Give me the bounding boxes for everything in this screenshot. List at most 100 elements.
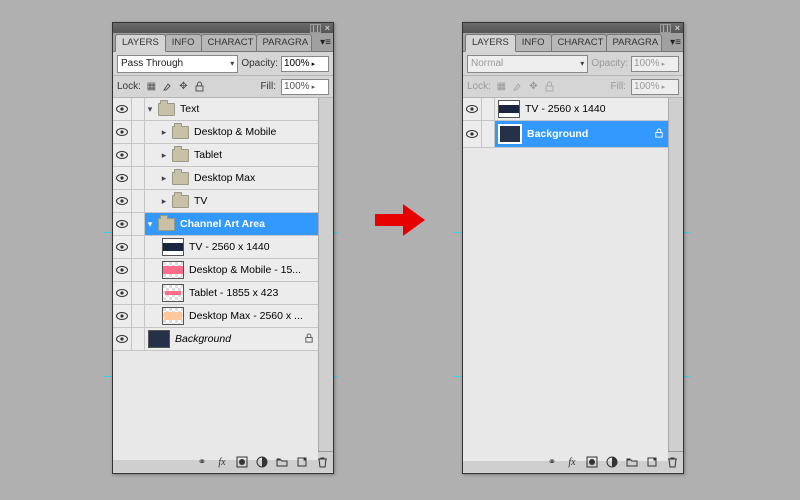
panel-tabs: LAYERS INFO CHARACT PARAGRA ▾≡ (113, 33, 333, 52)
layer-thumbnail (498, 124, 522, 144)
trash-icon[interactable] (665, 455, 679, 469)
layer-label: Desktop & Mobile - 15... (187, 264, 318, 276)
visibility-icon[interactable] (116, 243, 128, 251)
lock-label: Lock: (467, 81, 491, 92)
visibility-icon[interactable] (116, 266, 128, 274)
link-layers-icon[interactable]: ⚭ (195, 455, 209, 469)
tab-paragraph[interactable]: PARAGRA (256, 34, 312, 51)
visibility-icon[interactable] (466, 130, 478, 138)
layer-desktop-mobile-size[interactable]: Desktop & Mobile - 15... (113, 259, 318, 282)
layer-thumbnail (148, 330, 170, 348)
layer-group-channel-art[interactable]: ▾ Channel Art Area (113, 213, 318, 236)
visibility-icon[interactable] (116, 174, 128, 182)
lock-icon (654, 128, 664, 141)
close-icon[interactable]: × (675, 23, 680, 33)
lock-transparent-icon[interactable]: ▦ (146, 81, 157, 92)
tab-info[interactable]: INFO (515, 34, 552, 51)
layer-label: TV (192, 195, 318, 207)
visibility-icon[interactable] (116, 105, 128, 113)
tab-layers[interactable]: LAYERS (115, 34, 166, 52)
folder-icon (158, 218, 175, 231)
lock-transparent-icon: ▦ (496, 81, 507, 92)
layer-group-tv[interactable]: ▸ TV (113, 190, 318, 213)
layer-mask-icon[interactable] (585, 455, 599, 469)
layer-label: Desktop Max - 2560 x ... (187, 310, 318, 322)
visibility-icon[interactable] (116, 289, 128, 297)
fx-icon[interactable]: fx (215, 455, 229, 469)
lock-move-icon[interactable]: ✥ (178, 81, 189, 92)
disclosure-closed-icon[interactable]: ▸ (159, 127, 169, 138)
scrollbar[interactable] (318, 98, 333, 451)
tab-paragraph[interactable]: PARAGRA (606, 34, 662, 51)
layer-group-tablet[interactable]: ▸ Tablet (113, 144, 318, 167)
panel-menu-icon[interactable]: ▾≡ (670, 37, 681, 48)
visibility-icon[interactable] (116, 312, 128, 320)
folder-icon (172, 172, 189, 185)
chevron-right-icon: ▸ (312, 60, 316, 68)
tab-layers[interactable]: LAYERS (465, 34, 516, 52)
layer-tablet-size[interactable]: Tablet - 1855 x 423 (113, 282, 318, 305)
tab-character[interactable]: CHARACT (201, 34, 257, 51)
fx-icon[interactable]: fx (565, 455, 579, 469)
disclosure-closed-icon[interactable]: ▸ (159, 150, 169, 161)
adjustment-layer-icon[interactable] (605, 455, 619, 469)
visibility-icon[interactable] (116, 151, 128, 159)
folder-icon (172, 149, 189, 162)
layer-background[interactable]: Background (113, 328, 318, 351)
folder-icon (158, 103, 175, 116)
disclosure-closed-icon[interactable]: ▸ (159, 196, 169, 207)
blend-mode-select[interactable]: Normal ▾ (467, 55, 588, 73)
visibility-icon[interactable] (116, 197, 128, 205)
disclosure-open-icon[interactable]: ▾ (145, 219, 155, 230)
chevron-right-icon: ▸ (662, 60, 666, 68)
lock-brush-icon (512, 81, 523, 92)
lock-label: Lock: (117, 81, 141, 92)
layer-tv-size[interactable]: TV - 2560 x 1440 (463, 98, 668, 121)
visibility-icon[interactable] (116, 335, 128, 343)
new-layer-icon[interactable] (645, 455, 659, 469)
layer-desktop-max-size[interactable]: Desktop Max - 2560 x ... (113, 305, 318, 328)
fill-input: 100% ▸ (631, 79, 679, 95)
new-group-icon[interactable] (625, 455, 639, 469)
layer-label: Background (173, 333, 304, 345)
tab-info[interactable]: INFO (165, 34, 202, 51)
new-layer-icon[interactable] (295, 455, 309, 469)
fill-input[interactable]: 100% ▸ (281, 79, 329, 95)
tab-character[interactable]: CHARACT (551, 34, 607, 51)
link-layers-icon[interactable]: ⚭ (545, 455, 559, 469)
fill-label: Fill: (610, 81, 626, 92)
chevron-right-icon: ▸ (662, 83, 666, 91)
layer-label: Desktop Max (192, 172, 318, 184)
visibility-icon[interactable] (116, 220, 128, 228)
layer-mask-icon[interactable] (235, 455, 249, 469)
disclosure-open-icon[interactable]: ▾ (145, 104, 155, 115)
visibility-icon[interactable] (116, 128, 128, 136)
panel-titlebar[interactable]: × (463, 23, 683, 33)
layer-list: ▾ Text ▸ Desktop & Mobile ▸ (113, 98, 318, 351)
lock-move-icon: ✥ (528, 81, 539, 92)
adjustment-layer-icon[interactable] (255, 455, 269, 469)
panel-menu-icon[interactable]: ▾≡ (320, 37, 331, 48)
panel-titlebar[interactable]: × (113, 23, 333, 33)
folder-icon (172, 126, 189, 139)
layer-group-desktop-mobile[interactable]: ▸ Desktop & Mobile (113, 121, 318, 144)
disclosure-closed-icon[interactable]: ▸ (159, 173, 169, 184)
layer-background[interactable]: Background (463, 121, 668, 148)
collapse-icon[interactable] (310, 24, 321, 33)
layer-tv-size[interactable]: TV - 2560 x 1440 (113, 236, 318, 259)
blend-mode-select[interactable]: Pass Through ▾ (117, 55, 238, 73)
layer-group-text[interactable]: ▾ Text (113, 98, 318, 121)
opacity-input[interactable]: 100% ▸ (281, 56, 329, 72)
lock-all-icon[interactable] (194, 81, 205, 92)
close-icon[interactable]: × (325, 23, 330, 33)
collapse-icon[interactable] (660, 24, 671, 33)
layer-label: Tablet - 1855 x 423 (187, 287, 318, 299)
new-group-icon[interactable] (275, 455, 289, 469)
trash-icon[interactable] (315, 455, 329, 469)
layer-thumbnail (162, 238, 184, 256)
layer-group-desktop-max[interactable]: ▸ Desktop Max (113, 167, 318, 190)
visibility-icon[interactable] (466, 105, 478, 113)
scrollbar[interactable] (668, 98, 683, 451)
opacity-input: 100% ▸ (631, 56, 679, 72)
lock-brush-icon[interactable] (162, 81, 173, 92)
